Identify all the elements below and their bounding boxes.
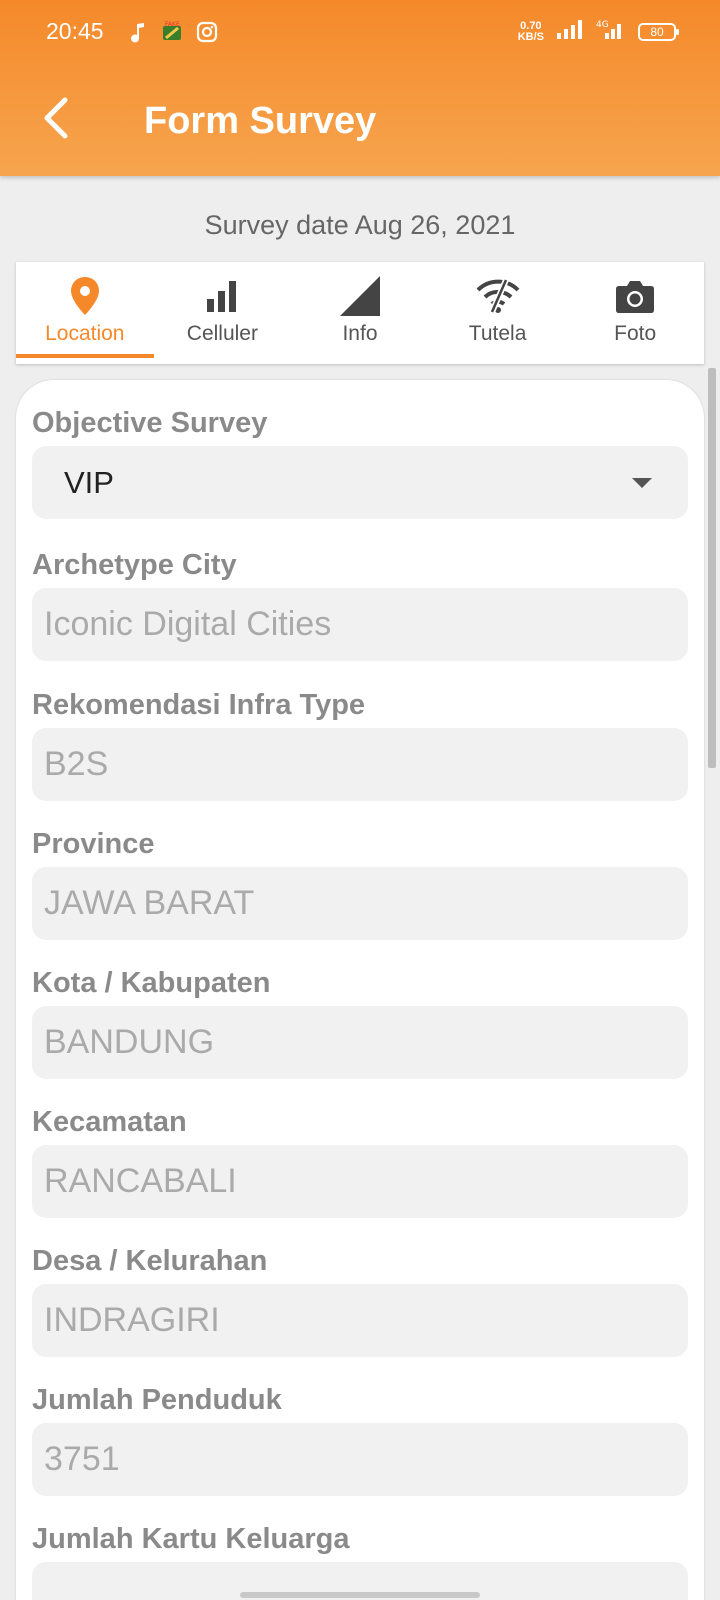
field-label: Archetype City [32,549,237,581]
infra-type-field: Rekomendasi Infra Type B2S [32,686,688,801]
status-notification-icons: FAKE [130,20,218,49]
cell-signal-4g-icon: 4G [596,18,626,45]
penduduk-field: Jumlah Penduduk 3751 [32,1381,688,1496]
page-title: Form Survey [144,100,377,142]
gesture-nav-handle[interactable] [240,1592,480,1598]
status-system-icons: 0.70 KB/S 4G 80 [517,18,679,45]
app-bar: 20:45 FAKE 0.70 KB/S 4G 80 Form Survey [0,0,720,176]
tab-celluler[interactable]: Celluler [154,262,292,364]
infra-type-input[interactable]: B2S [32,728,688,801]
svg-text:FAKE: FAKE [165,21,180,28]
tab-bar: Location Celluler Info Tutela Foto [16,262,704,364]
signal-triangle-icon [339,274,381,318]
field-label: Jumlah Penduduk [32,1384,282,1416]
desa-input[interactable]: INDRAGIRI [32,1284,688,1357]
kota-field: Kota / Kabupaten BANDUNG [32,964,688,1079]
dropdown-arrow-icon [632,477,652,488]
tab-info[interactable]: Info [291,262,429,364]
kecamatan-field: Kecamatan RANCABALI [32,1103,688,1218]
music-note-icon [130,21,148,48]
fake-gps-icon: FAKE [160,20,184,49]
kecamatan-input[interactable]: RANCABALI [32,1145,688,1218]
province-field: Province JAWA BARAT [32,825,688,940]
wifi-off-icon [475,274,521,318]
location-pin-icon [69,274,101,318]
kartu-keluarga-field: Jumlah Kartu Keluarga [32,1520,688,1600]
signal-bars-icon [205,274,239,318]
tab-foto[interactable]: Foto [566,262,704,364]
field-label: Jumlah Kartu Keluarga [32,1523,350,1555]
field-label: Province [32,828,155,860]
field-label: Objective Survey [32,407,268,439]
back-button[interactable] [34,96,78,144]
cell-signal-icon [556,19,584,44]
kota-input[interactable]: BANDUNG [32,1006,688,1079]
location-form: Objective Survey VIP Archetype City Icon… [16,380,704,1600]
tab-location[interactable]: Location [16,262,154,364]
status-bar: 20:45 FAKE 0.70 KB/S 4G 80 [0,0,720,64]
desa-field: Desa / Kelurahan INDRAGIRI [32,1242,688,1357]
field-label: Rekomendasi Infra Type [32,689,366,721]
instagram-icon [196,21,218,48]
field-label: Kota / Kabupaten [32,967,271,999]
objective-survey-field: Objective Survey VIP [32,404,688,519]
status-time: 20:45 [46,18,104,44]
svg-text:4G: 4G [596,20,609,30]
scrollbar[interactable] [708,368,716,768]
field-label: Kecamatan [32,1106,187,1138]
net-speed: 0.70 KB/S [517,19,544,43]
objective-survey-select[interactable]: VIP [32,446,688,519]
select-value: VIP [64,464,114,500]
battery-icon: 80 [638,22,679,41]
back-arrow-icon [41,96,71,145]
camera-icon [615,274,655,318]
tab-tutela[interactable]: Tutela [429,262,567,364]
field-label: Desa / Kelurahan [32,1245,268,1277]
province-input[interactable]: JAWA BARAT [32,867,688,940]
survey-date: Survey date Aug 26, 2021 [204,210,516,240]
archetype-city-input[interactable]: Iconic Digital Cities [32,588,688,661]
archetype-city-field: Archetype City Iconic Digital Cities [32,546,688,661]
penduduk-input[interactable]: 3751 [32,1423,688,1496]
